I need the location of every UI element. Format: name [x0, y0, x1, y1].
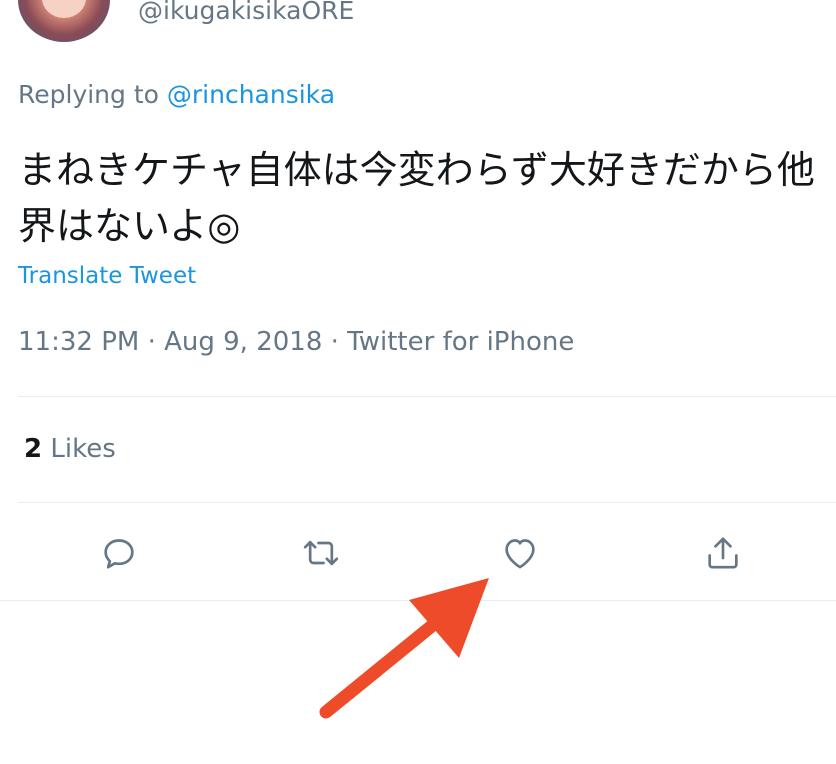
speech-bubble-icon — [104, 539, 134, 569]
share-button[interactable] — [700, 530, 746, 576]
avatar[interactable] — [18, 0, 110, 42]
divider — [0, 600, 836, 601]
annotation-arrow-icon — [319, 578, 489, 719]
heart-icon — [505, 539, 535, 569]
tweet-timestamp: 11:32 PM · Aug 9, 2018 · Twitter for iPh… — [18, 327, 575, 357]
share-icon — [708, 537, 738, 569]
replying-prefix: Replying to — [18, 80, 167, 109]
likes-link[interactable]: 2 Likes — [24, 434, 116, 464]
likes-label: Likes — [42, 434, 116, 464]
user-handle[interactable]: @ikugakisikaORE — [138, 0, 354, 25]
translate-tweet-link[interactable]: Translate Tweet — [18, 263, 196, 289]
retweet-icon — [303, 540, 339, 566]
replying-to-line: Replying to @rinchansika — [18, 80, 335, 109]
likes-count: 2 — [24, 434, 43, 464]
tweet-text: まねきケチャ自体は今変わらず大好きだから他界はないよ◎ — [18, 148, 815, 248]
like-button[interactable] — [497, 530, 543, 576]
divider — [18, 502, 836, 503]
reply-button[interactable] — [96, 530, 142, 576]
retweet-button[interactable] — [298, 530, 344, 576]
divider — [18, 396, 836, 397]
replying-to-link[interactable]: @rinchansika — [167, 80, 335, 109]
